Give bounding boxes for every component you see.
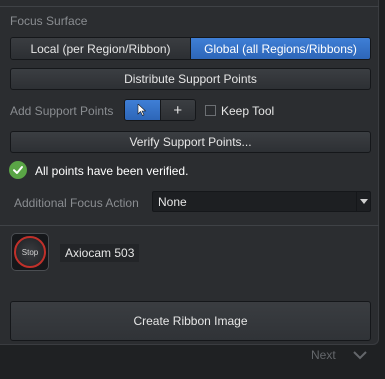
cursor-arrow-icon[interactable]: [125, 100, 160, 120]
add-support-points-label: Add Support Points: [10, 104, 114, 118]
global-mode-button[interactable]: Global (all Regions/Ribbons): [190, 38, 370, 59]
select-value: None: [158, 195, 187, 209]
plus-icon[interactable]: +: [159, 100, 195, 120]
top-divider: [0, 6, 379, 7]
stop-label: Stop: [21, 247, 39, 257]
section-divider: [0, 225, 379, 226]
section-title: Focus Surface: [10, 14, 88, 28]
keep-tool-checkbox[interactable]: [205, 105, 216, 116]
focus-surface-panel: Focus Surface Local (per Region/Ribbon) …: [0, 0, 379, 345]
stop-button[interactable]: Stop: [11, 233, 49, 271]
next-button[interactable]: Next: [311, 348, 336, 362]
support-point-tool-group: +: [124, 99, 196, 121]
create-ribbon-image-button[interactable]: Create Ribbon Image: [10, 301, 371, 341]
camera-name: Axiocam 503: [60, 244, 140, 262]
chevron-down-icon: [356, 192, 370, 211]
chevron-down-icon[interactable]: [352, 349, 368, 363]
additional-focus-action-label: Additional Focus Action: [14, 196, 139, 210]
verification-status-text: All points have been verified.: [35, 164, 189, 178]
keep-tool-label: Keep Tool: [221, 104, 275, 118]
check-circle-icon: [9, 161, 27, 179]
additional-focus-action-select[interactable]: None: [152, 191, 371, 212]
verify-support-points-button[interactable]: Verify Support Points...: [10, 131, 371, 153]
focus-mode-toggle: Local (per Region/Ribbon) Global (all Re…: [10, 37, 371, 60]
distribute-support-points-button[interactable]: Distribute Support Points: [10, 68, 371, 90]
local-mode-button[interactable]: Local (per Region/Ribbon): [11, 38, 190, 59]
stop-icon: Stop: [14, 236, 46, 268]
